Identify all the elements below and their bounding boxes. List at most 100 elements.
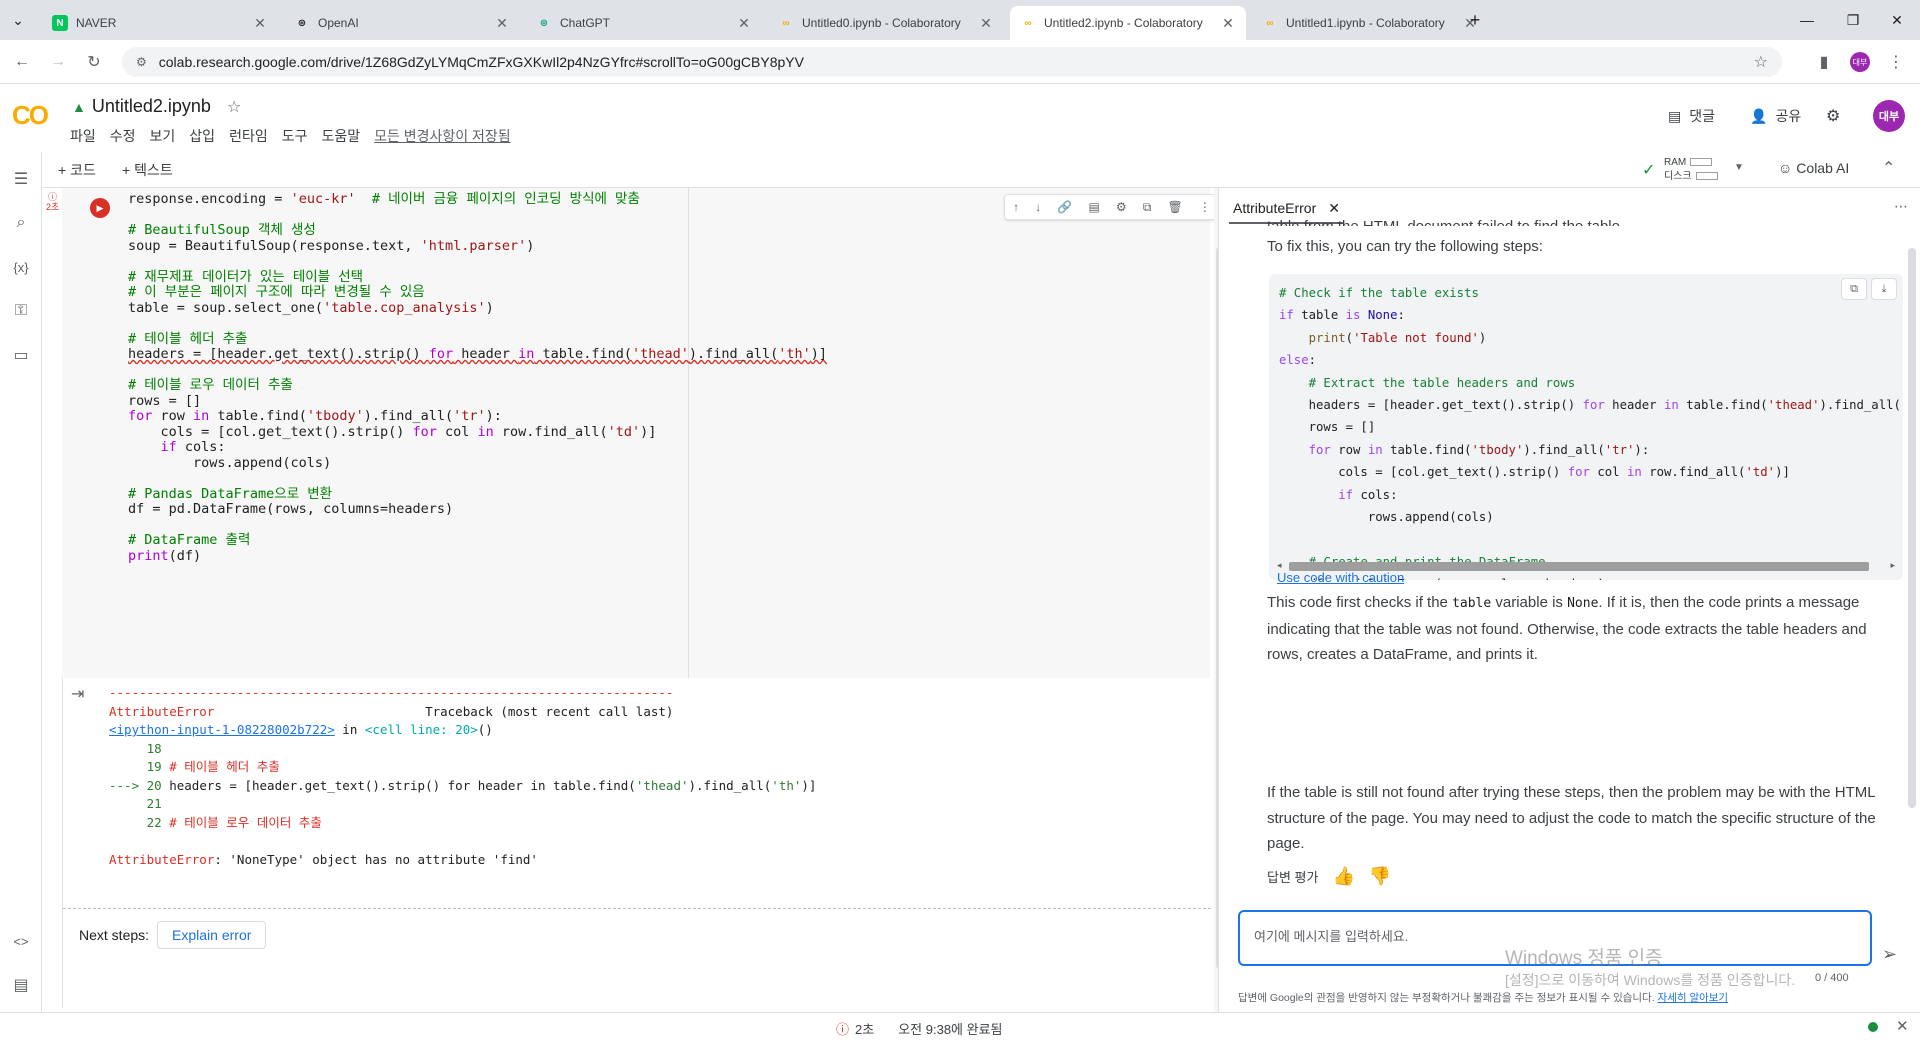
ipython-input-link[interactable]: <ipython-input-1-08228002b722> [109,722,335,737]
browser-tab[interactable]: ⊛ ChatGPT ✕ [526,6,762,40]
bookmark-star-icon[interactable]: ☆ [1754,52,1768,72]
forward-icon[interactable]: → [44,48,72,76]
code-line: for row in table.find('tbody').find_all(… [128,408,502,424]
send-icon[interactable]: ➢ [1882,944,1897,965]
code-line: cols = [col.get_text().strip() for col i… [128,423,657,440]
code-cell[interactable]: ▶ response.encoding = 'euc-kr' # 네이버 금융 … [62,188,1222,678]
cell-settings-icon[interactable]: ⚙ [1116,200,1127,214]
panel-scrollbar[interactable] [1908,248,1916,808]
colab-ai-button[interactable]: ☺ Colab AI [1778,160,1849,176]
colab-ai-label: Colab AI [1796,160,1850,176]
browser-tab[interactable]: N NAVER ✕ [42,6,278,40]
browser-tab[interactable]: ∞ Untitled2.ipynb - Colaboratory ✕ [1010,6,1246,40]
menu-item[interactable]: 런타임 [229,126,268,146]
menu-item[interactable]: 수정 [110,126,136,146]
run-cell-button[interactable]: ▶ [90,198,110,218]
comments-button[interactable]: ▤ 댓글 [1668,106,1715,126]
copy-icon[interactable]: ⧉ [1841,278,1867,300]
fix-intro: To fix this, you can try the following s… [1267,238,1543,255]
menu-bar: 파일 수정 보기 삽입 런타임 도구 도움말 모든 변경사항이 저장됨 [70,126,511,146]
user-avatar[interactable]: 대부 [1873,100,1905,132]
close-tab-icon[interactable]: ✕ [494,15,510,32]
cell-line-ref: <cell line: 20> [364,722,478,737]
output-actions-icon[interactable]: ⇥ [71,684,84,704]
files-folder-icon[interactable]: ▭ [8,342,34,368]
code-snippets-icon[interactable]: <> [8,928,34,954]
close-tab-icon[interactable]: ✕ [736,15,752,32]
traceback-label: Traceback (most recent call last) [425,703,674,719]
table-of-contents-icon[interactable]: ☰ [8,166,34,192]
cell-toolbar: ↑ ↓ 🔗 ▤ ⚙ ⧉ 🗑 ⋮ [1004,194,1220,220]
colab-logo[interactable]: CO [12,100,49,131]
browser-tab[interactable]: ∞ Untitled1.ipynb - Colaboratory ✕ [1252,6,1488,40]
notebook-title[interactable]: Untitled2.ipynb [92,96,211,117]
settings-gear-icon[interactable]: ⚙ [1826,106,1840,126]
panel-more-icon[interactable]: ⋯ [1894,198,1908,215]
thumbs-up-icon[interactable]: 👍 [1332,866,1354,887]
variables-icon[interactable]: {x} [8,254,34,280]
search-icon[interactable]: ⌕ [8,210,34,236]
add-code-button[interactable]: + 코드 [58,160,96,180]
terminal-icon[interactable]: ▤ [8,972,34,998]
delete-cell-icon[interactable]: 🗑 [1168,200,1183,214]
menu-item[interactable]: 삽입 [189,126,215,146]
close-tab-icon[interactable]: ✕ [978,15,994,32]
code-line: df = pd.DataFrame(rows, columns=headers) [128,501,454,517]
connection-status-dot [1868,1022,1878,1032]
cell-output: ⇥ --------------------------------------… [62,678,1211,1008]
status-completed: 오전 9:38에 완료됨 [898,1022,1003,1037]
code-editor[interactable]: response.encoding = 'euc-kr' # 네이버 금융 페이… [128,191,1198,564]
cut-off-text: table from the HTML document failed to f… [1267,218,1667,226]
move-down-icon[interactable]: ↓ [1035,200,1041,214]
thumbs-down-icon[interactable]: 👎 [1369,866,1391,887]
close-tab-icon[interactable]: ✕ [252,15,268,32]
explain-error-button[interactable]: Explain error [157,920,267,949]
menu-item[interactable]: 도움말 [321,126,360,146]
use-code-with-caution-link[interactable]: Use code with caution [1277,570,1404,585]
menu-item[interactable]: 보기 [150,126,176,146]
code-line: # BeautifulSoup 객체 생성 [128,222,316,238]
profile-avatar[interactable]: 대부 [1846,48,1874,76]
learn-more-link[interactable]: 자세히 알아보기 [1658,992,1729,1004]
side-panel-icon[interactable]: ▮ [1810,48,1838,76]
site-info-icon[interactable]: ⚙ [136,55,147,69]
move-up-icon[interactable]: ↑ [1013,200,1019,214]
collapse-header-icon[interactable]: ⌃ [1882,158,1895,178]
link-icon[interactable]: 🔗 [1057,200,1072,214]
ai-explain-panel: AttributeError ✕ ⋯ table from the HTML d… [1218,188,1920,1012]
mirror-cell-icon[interactable]: ⧉ [1143,200,1152,215]
execution-status[interactable]: ⓘ 2초 오전 9:38에 완료됨 [836,1019,1003,1038]
secrets-key-icon[interactable]: ⚿ [8,298,34,324]
new-tab-button[interactable]: + [1460,0,1490,40]
windows-activation-watermark: Windows 정품 인증 [1505,948,1663,969]
comments-label: 댓글 [1689,108,1715,124]
close-status-icon[interactable]: ✕ [1896,1017,1909,1035]
close-tab-icon[interactable]: ✕ [1220,15,1236,32]
star-icon[interactable]: ☆ [227,97,241,117]
saved-status-link[interactable]: 모든 변경사항이 저장됨 [374,126,511,146]
close-tab-icon[interactable]: ✕ [1328,200,1340,217]
comment-icon[interactable]: ▤ [1088,200,1099,214]
url-input[interactable]: ⚙ colab.research.google.com/drive/1Z68Gd… [122,47,1782,77]
code-line: rows = [] [128,392,202,409]
browser-tab[interactable]: ⊛ OpenAI ✕ [284,6,520,40]
menu-item[interactable]: 도구 [282,126,308,146]
insert-code-icon[interactable]: ⤓ [1871,278,1897,300]
restore-window-button[interactable]: ❐ [1830,0,1876,40]
menu-item[interactable]: 파일 [70,126,96,146]
scroll-right-icon[interactable]: ▸ [1890,560,1895,571]
tab-search-chevron-icon[interactable]: ⌄ [0,0,36,40]
browser-tab-bar: ⌄ N NAVER ✕ ⊛ OpenAI ✕ ⊛ ChatGPT ✕ ∞ Untitled0.ipy… [0,0,1920,40]
minimize-window-button[interactable]: — [1784,0,1830,40]
more-options-icon[interactable]: ⋮ [1199,200,1211,214]
browser-tab[interactable]: ∞ Untitled0.ipynb - Colaboratory ✕ [768,6,1004,40]
reload-icon[interactable]: ↻ [80,48,108,76]
runtime-dropdown-icon[interactable]: ▼ [1734,162,1744,173]
disk-meter [1695,172,1718,181]
share-button[interactable]: 👤 공유 [1750,106,1801,126]
back-icon[interactable]: ← [8,48,36,76]
browser-menu-icon[interactable]: ⋮ [1882,48,1910,76]
close-window-button[interactable]: ✕ [1874,0,1920,40]
add-text-button[interactable]: + 텍스트 [122,160,173,180]
resource-meter[interactable]: RAM 디스크 [1664,156,1718,184]
